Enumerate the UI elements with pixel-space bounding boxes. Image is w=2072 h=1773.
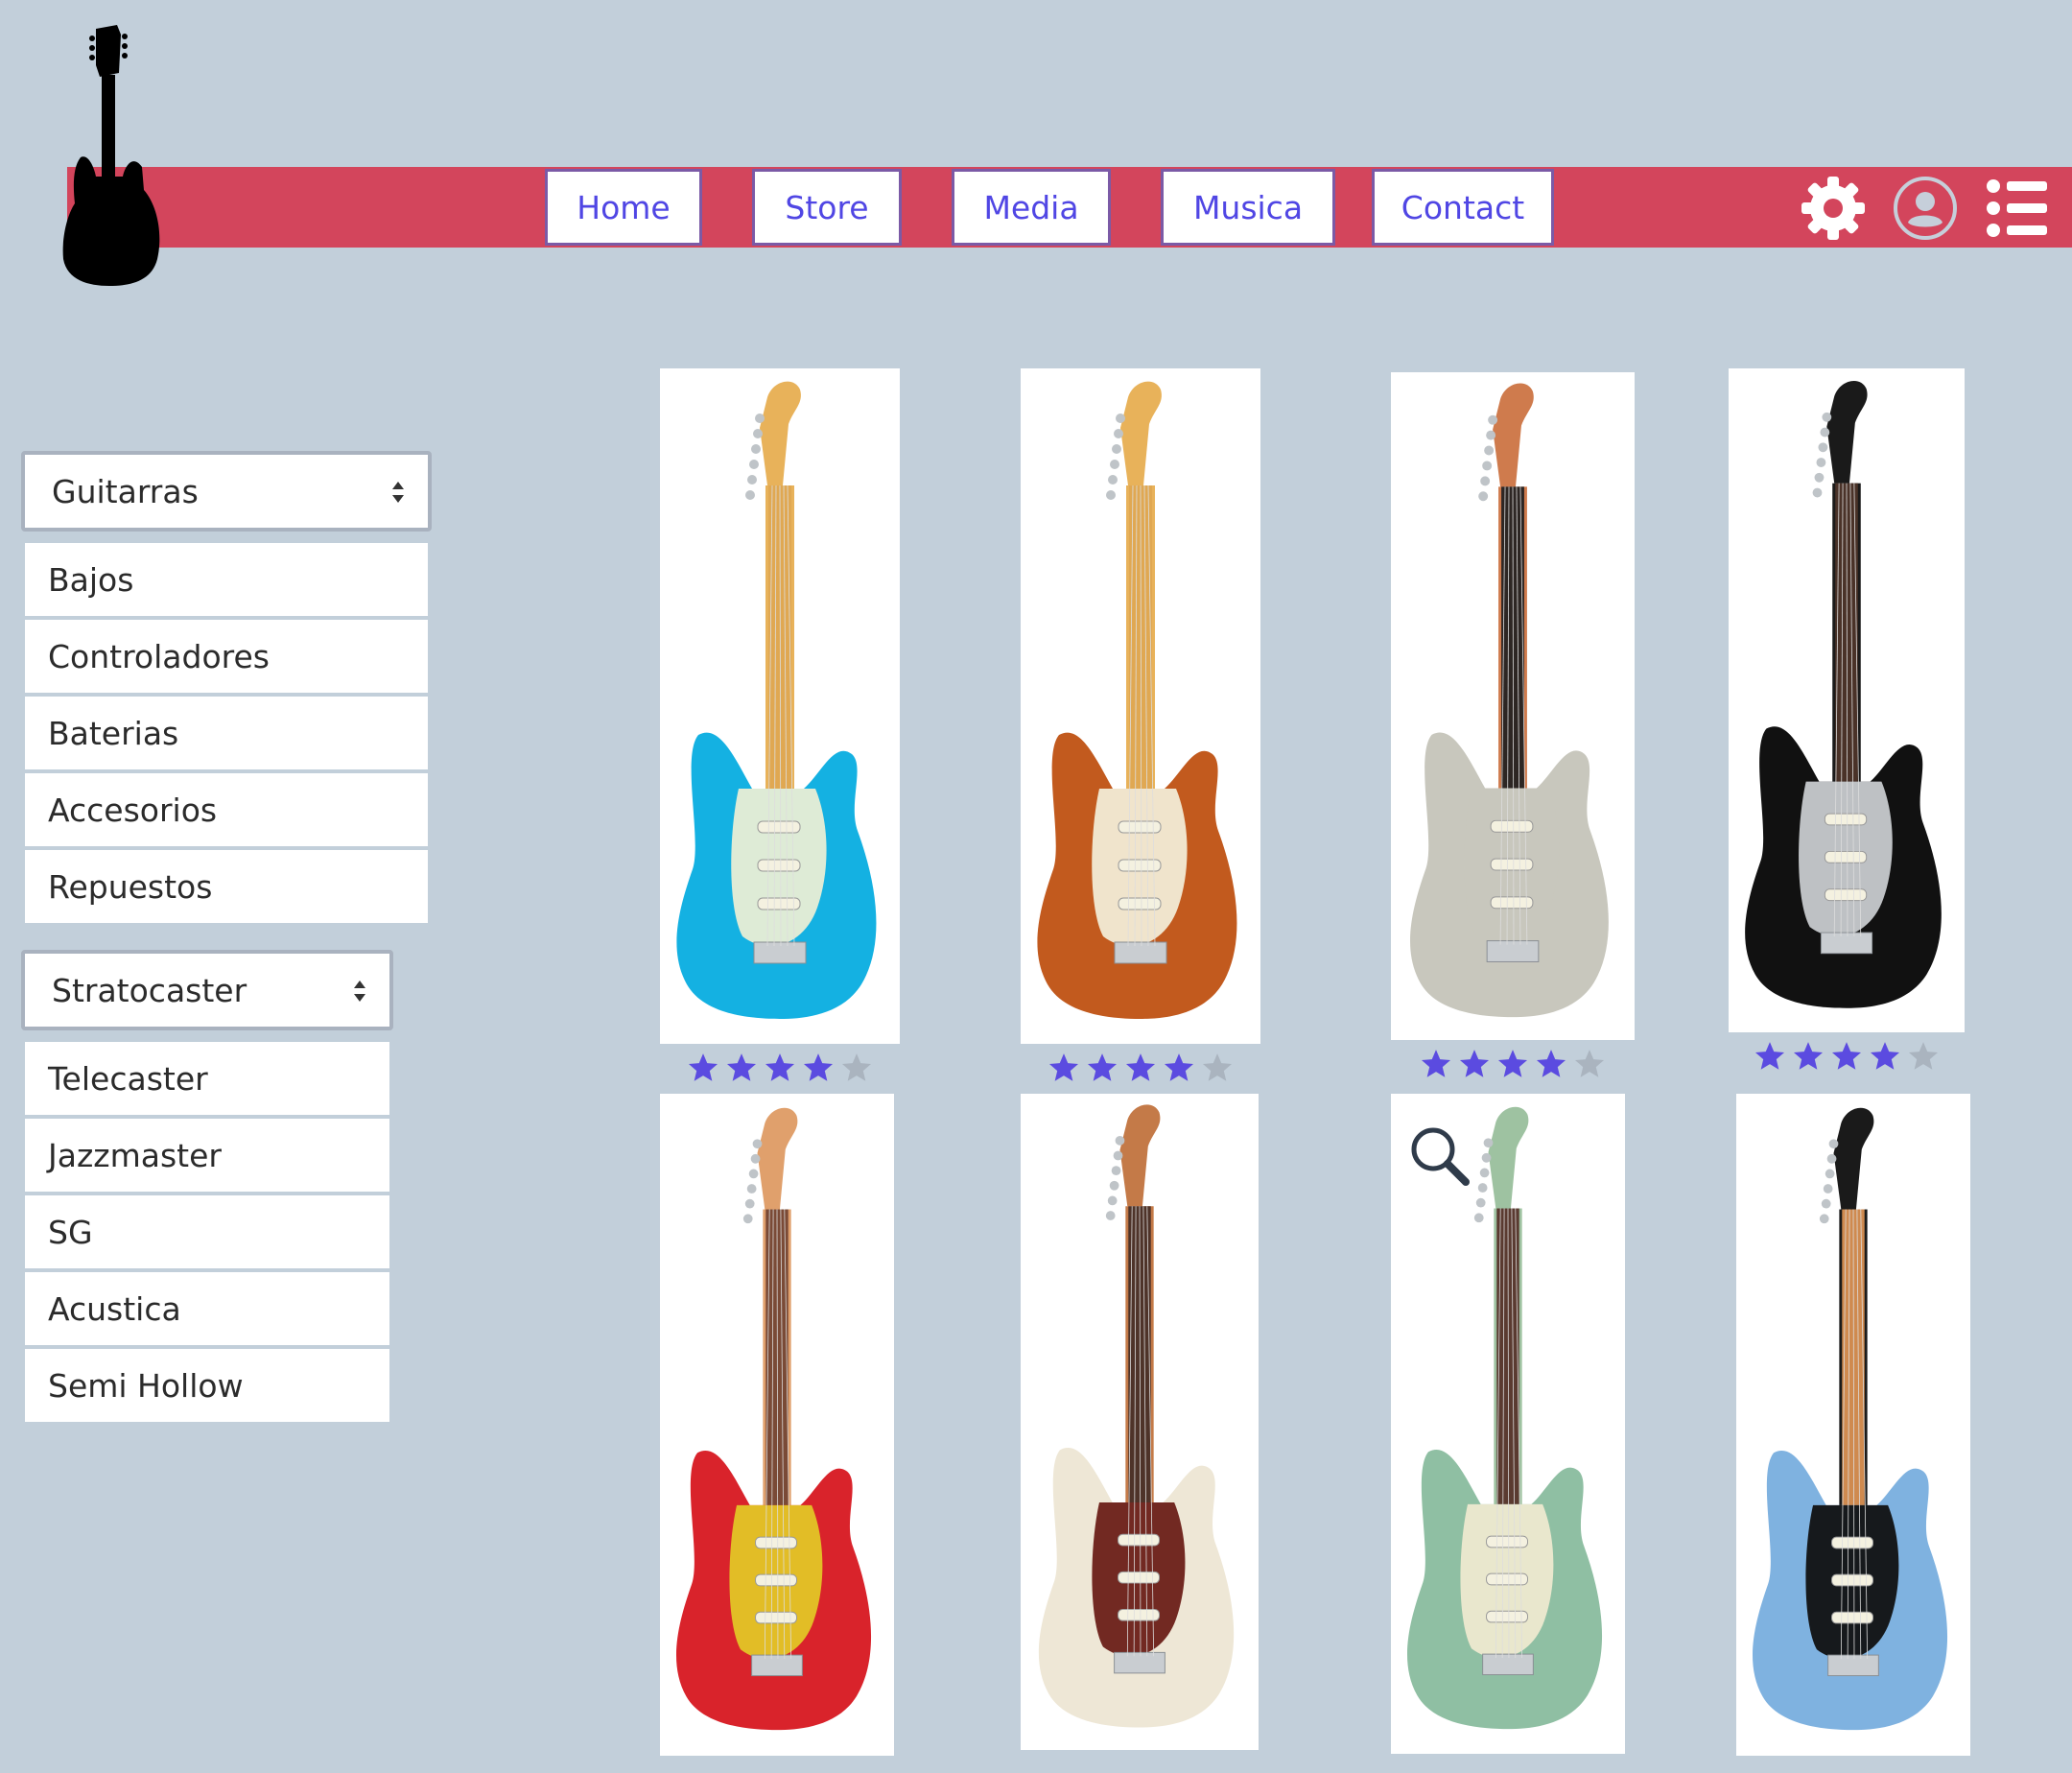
- star-empty-icon: [841, 1053, 872, 1081]
- star-filled-icon: [1793, 1042, 1824, 1070]
- star-filled-icon: [1870, 1042, 1900, 1070]
- star-empty-icon: [1202, 1053, 1233, 1081]
- product-card[interactable]: [1736, 1094, 1970, 1756]
- star-filled-icon: [1125, 1053, 1156, 1081]
- star-filled-icon: [1459, 1050, 1490, 1077]
- list-menu-icon[interactable]: [1984, 175, 2051, 242]
- star-filled-icon: [726, 1053, 757, 1081]
- rating-stars: [1048, 1052, 1234, 1084]
- model-item-telecaster[interactable]: Telecaster: [25, 1042, 389, 1115]
- model-item-semi-hollow[interactable]: Semi Hollow: [25, 1349, 389, 1422]
- model-item-jazzmaster[interactable]: Jazzmaster: [25, 1119, 389, 1192]
- rating-stars: [1754, 1040, 1940, 1073]
- star-filled-icon: [803, 1053, 834, 1081]
- model-select-value: Stratocaster: [52, 971, 247, 1009]
- guitar-red-screamadelica-stratocaster-image: [675, 1107, 872, 1731]
- select-arrows-icon: [392, 482, 404, 503]
- guitar-acoustasonic-stratocaster-image: [1410, 383, 1609, 1018]
- guitar-skyburst-stratocaster-image: [1752, 1107, 1948, 1731]
- product-card[interactable]: [660, 1094, 894, 1756]
- nav-media-button[interactable]: Media: [952, 169, 1111, 246]
- star-filled-icon: [765, 1053, 795, 1081]
- product-card[interactable]: [1021, 368, 1260, 1044]
- product-card[interactable]: [1391, 372, 1635, 1040]
- nav-store-button[interactable]: Store: [752, 169, 902, 246]
- rating-stars: [1420, 1048, 1606, 1080]
- category-select-value: Guitarras: [52, 472, 199, 510]
- guitar-logo-icon[interactable]: [61, 23, 163, 286]
- category-item-controladores[interactable]: Controladores: [25, 620, 428, 693]
- zoom-magnifier-icon[interactable]: [1408, 1124, 1472, 1188]
- category-item-accesorios[interactable]: Accesorios: [25, 773, 428, 846]
- product-card[interactable]: [1391, 1094, 1625, 1754]
- star-filled-icon: [1421, 1050, 1451, 1077]
- gear-icon[interactable]: [1800, 175, 1867, 242]
- category-select[interactable]: Guitarras: [21, 451, 432, 532]
- rating-stars: [687, 1052, 873, 1084]
- star-filled-icon: [688, 1053, 718, 1081]
- guitar-green-jazzmaster-stratocaster-image: [1406, 1106, 1603, 1730]
- category-item-repuestos[interactable]: Repuestos: [25, 850, 428, 923]
- guitar-black-stratocaster-image: [1745, 380, 1942, 1008]
- product-card[interactable]: [1729, 368, 1965, 1032]
- guitar-white-offset-image: [1038, 1104, 1235, 1728]
- star-filled-icon: [1754, 1042, 1785, 1070]
- star-filled-icon: [1831, 1042, 1862, 1070]
- star-empty-icon: [1908, 1042, 1939, 1070]
- category-item-bajos[interactable]: Bajos: [25, 543, 428, 616]
- star-filled-icon: [1164, 1053, 1194, 1081]
- category-item-baterias[interactable]: Baterias: [25, 697, 428, 769]
- nav-musica-button[interactable]: Musica: [1161, 169, 1335, 246]
- nav-contact-button[interactable]: Contact: [1372, 169, 1554, 246]
- star-filled-icon: [1087, 1053, 1118, 1081]
- user-circle-icon[interactable]: [1892, 175, 1959, 242]
- guitar-blue-stratocaster-image: [676, 381, 877, 1019]
- select-arrows-icon: [354, 981, 365, 1002]
- model-item-sg[interactable]: SG: [25, 1195, 389, 1268]
- star-empty-icon: [1574, 1050, 1605, 1077]
- nav-home-button[interactable]: Home: [545, 169, 702, 246]
- product-card[interactable]: [660, 368, 900, 1044]
- model-select[interactable]: Stratocaster: [21, 950, 393, 1030]
- product-card[interactable]: [1021, 1094, 1259, 1750]
- guitar-sunburst-stratocaster-image: [1037, 381, 1237, 1019]
- star-filled-icon: [1497, 1050, 1528, 1077]
- star-filled-icon: [1536, 1050, 1566, 1077]
- model-item-acustica[interactable]: Acustica: [25, 1272, 389, 1345]
- star-filled-icon: [1048, 1053, 1079, 1081]
